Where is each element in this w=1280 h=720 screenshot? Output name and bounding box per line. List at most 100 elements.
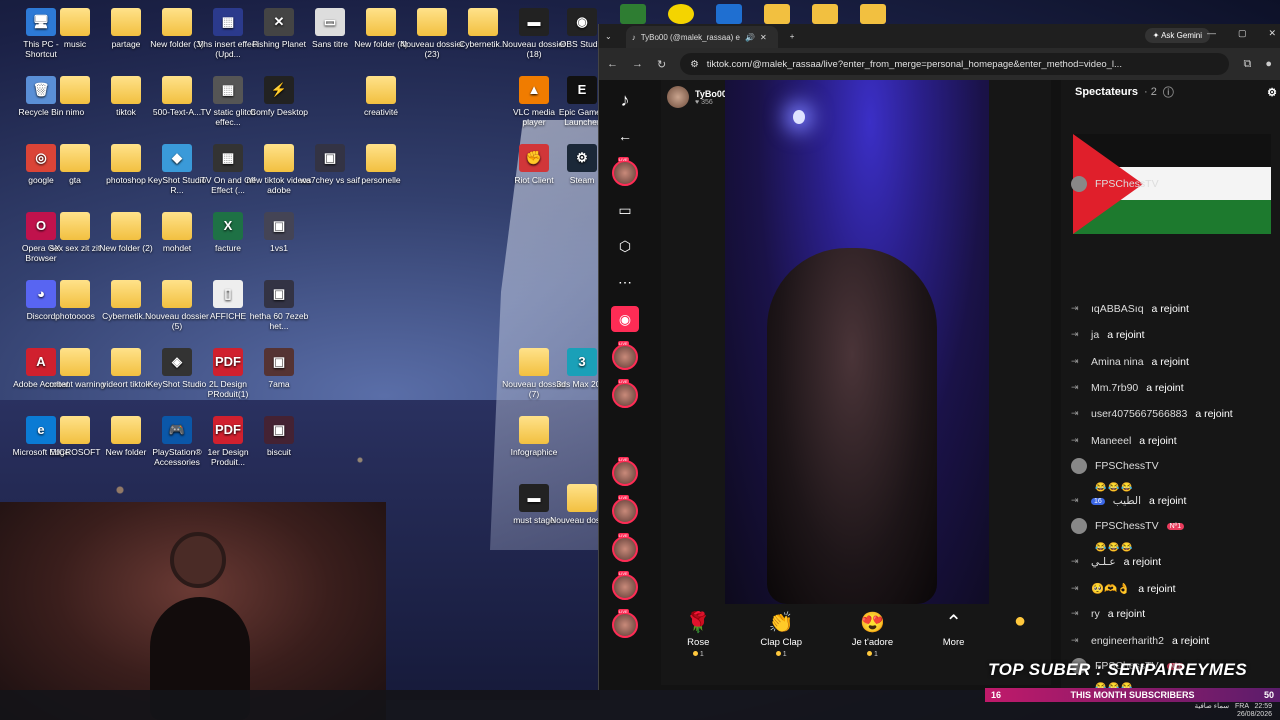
back-arrow-icon[interactable]: ← [611,124,639,148]
chat-username[interactable]: Amina nina [1091,356,1144,368]
coin-button[interactable]: ● [1014,610,1026,634]
minimize-icon[interactable]: — [1207,28,1216,39]
explore-icon[interactable]: ⬡ [611,234,639,258]
camera-icon[interactable]: ▭ [611,198,639,222]
desktop-icon[interactable]: ▣ biscuit [246,416,312,457]
profile-icon[interactable]: ● [1265,58,1272,70]
gift-item[interactable]: 👏 Clap Clap 1 [760,610,802,658]
live-icon[interactable]: ◉ [611,306,639,332]
join-icon: ⇥ [1071,303,1079,313]
chat-message[interactable]: ⇥ ry a rejoint [1071,608,1145,620]
chat-message[interactable]: FPSChessTV [1071,176,1167,192]
host-avatar[interactable] [667,86,689,108]
live-avatar-3[interactable] [612,457,638,486]
live-video[interactable] [725,80,989,604]
rail-avatar[interactable] [612,157,638,186]
chat-message[interactable]: ⇥ Mm.7rb90 a rejoint [1071,382,1184,394]
live-avatar-1[interactable] [612,341,638,370]
live-avatar-7[interactable] [612,609,638,638]
chat-message[interactable]: ⇥ عـلـي a rejoint [1071,556,1161,568]
chat-username[interactable]: ıqABBASıq [1091,303,1144,315]
chat-username[interactable]: user4075667566883 [1091,408,1187,420]
gift-cost-value: 1 [699,651,704,658]
webcam-overlay [0,502,386,720]
reload-icon[interactable]: ↻ [657,58,666,71]
clock-date[interactable]: 26/08/2026 [1237,711,1272,718]
gift-name: Clap Clap [760,637,803,648]
live-avatar-5[interactable] [612,533,638,562]
app-icon: ▦ [213,144,243,172]
back-icon[interactable]: ← [607,58,618,70]
desktop-icon[interactable]: ▣ 1vs1 [246,212,312,253]
chat-message[interactable]: ⇥ engineerharith2 a rejoint [1071,635,1209,647]
clock-time[interactable]: 22:59 [1254,703,1272,710]
folder-icon [111,348,141,376]
desktop-icon[interactable]: personelle [348,144,414,185]
maximize-icon[interactable]: ▢ [1238,28,1247,39]
language-indicator[interactable]: FRA [1235,703,1249,710]
desktop-icon[interactable]: Infographice [501,416,567,457]
new-tab-icon[interactable]: + [790,32,795,41]
info-icon[interactable]: ⓘ [1163,84,1174,100]
chat-username[interactable]: Mm.7rb90 [1091,382,1138,394]
desktop-icon[interactable]: ▣ hetha 60 7ezeb het... [246,280,312,331]
window-controls: — ▢ ✕ [1207,28,1280,39]
settings-icon[interactable]: ⚙ [1267,86,1277,99]
chat-username[interactable]: engineerharith2 [1091,635,1164,647]
chat-username[interactable]: عـلـي [1091,556,1116,568]
chat-message[interactable]: ⇥ user4075667566883 a rejoint [1071,408,1233,420]
folder-icon [366,144,396,172]
join-icon: ⇥ [1071,495,1079,505]
tab-tiktok[interactable]: ♪ TyBo00 (@malek_rassaa) e 🔊 ✕ [625,26,778,48]
folder-icon [519,348,549,376]
chat-panel: Spectateurs · 2 ⓘ ⚙ FPSChessTV ⇥ ıqABBASıq… [1061,80,1280,690]
forward-icon[interactable]: → [632,58,643,70]
chat-message[interactable]: FPSChessTV Nº1 😂😂😂 [1071,518,1271,553]
chat-header: Spectateurs · 2 ⓘ ⚙ [1061,80,1280,104]
app-icon: ▣ [315,144,345,172]
chat-username[interactable]: FPSChessTV [1095,460,1159,472]
address-bar[interactable]: ⚙ tiktok.com/@malek_rassaa/live?enter_fr… [680,53,1230,75]
app-icon: ▭ [315,8,345,36]
tab-list-icon[interactable]: ⌄ [605,32,612,41]
host-info[interactable]: TyBo00 ♥ 356 [667,86,727,108]
close-tab-icon[interactable]: ✕ [760,33,767,42]
site-info-icon[interactable]: ⚙ [690,59,699,70]
chat-message[interactable]: ⇥ Amina nina a rejoint [1071,356,1189,368]
user-avatar[interactable] [1071,458,1087,474]
desktop-icon[interactable]: ▣ 7ama [246,348,312,389]
level-badge: 16 [1091,497,1105,505]
desktop-icon[interactable]: creativité [348,76,414,117]
chat-message[interactable]: ⇥ 16 الطيب a rejoint [1071,495,1186,507]
gift-item[interactable]: 😍 Je t'adore 1 [852,610,893,658]
extensions-icon[interactable]: ⧉ [1243,58,1251,71]
chat-username[interactable]: Maneeel [1091,435,1131,447]
chat-message[interactable]: FPSChessTV 😂😂😂 [1071,458,1271,493]
app-icon: ⚙ [567,144,597,172]
live-avatar-4[interactable] [612,495,638,524]
user-avatar[interactable] [1071,518,1087,534]
chat-username[interactable]: FPSChessTV [1095,178,1159,190]
chat-username[interactable]: الطيب [1113,495,1141,507]
chat-message[interactable]: ⇥ ıqABBASıq a rejoint [1071,303,1189,315]
chat-username[interactable]: ry [1091,608,1100,620]
chat-username[interactable]: ja [1091,329,1099,341]
more-gifts-button[interactable]: ⌃ More [943,610,965,648]
gift-item[interactable]: 🌹 Rose 1 [686,610,711,658]
ask-gemini-button[interactable]: ✦ Ask Gemini [1144,28,1210,43]
chat-message[interactable]: ⇥ 🥺🫶👌 a rejoint [1071,582,1176,596]
tiktok-logo-icon[interactable]: ♪ [611,88,639,112]
chat-username[interactable]: FPSChessTV [1095,520,1159,532]
close-window-icon[interactable]: ✕ [1268,28,1276,39]
desktop-icon[interactable]: ⚡ Comfy Desktop [246,76,312,117]
user-avatar[interactable] [1071,176,1087,192]
left-rail: ♪ ← ▭ ⬡ ⋯ ◉ [599,80,651,690]
audio-icon[interactable]: 🔊 [745,33,755,42]
live-avatar-6[interactable] [612,571,638,600]
chat-message[interactable]: ⇥ ja a rejoint [1071,329,1145,341]
chat-username[interactable]: 🥺🫶👌 [1091,582,1130,595]
live-avatar-2[interactable] [612,379,638,408]
more-icon[interactable]: ⋯ [611,270,639,294]
chat-message[interactable]: ⇥ Maneeel a rejoint [1071,435,1177,447]
chat-text: a rejoint [1139,435,1177,447]
